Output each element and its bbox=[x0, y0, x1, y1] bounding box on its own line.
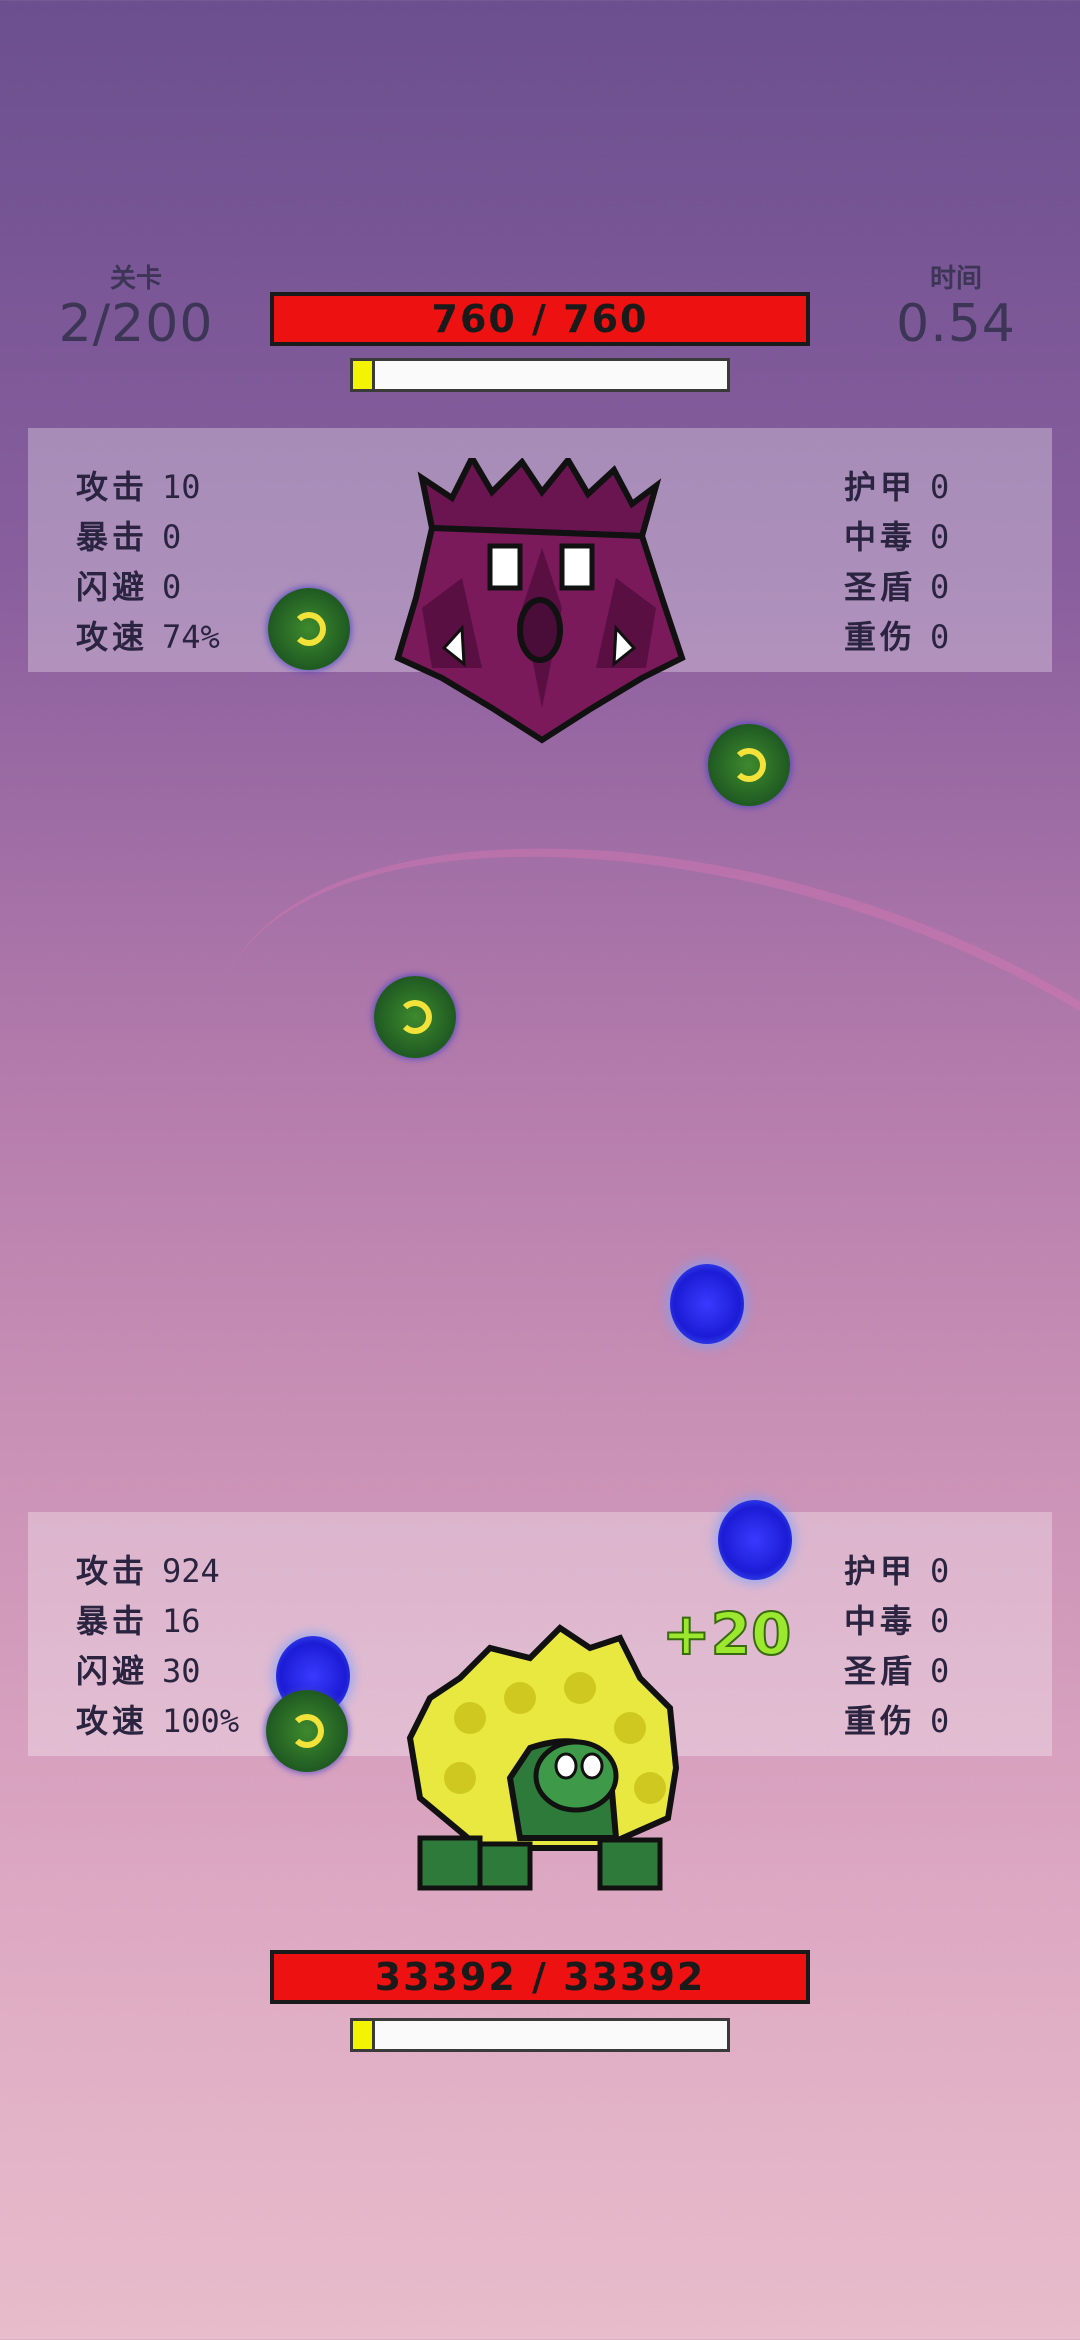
player-charge-fill bbox=[353, 2021, 375, 2049]
player-turtle-sprite bbox=[406, 1624, 680, 1891]
player-stat-armor: 护甲 0 bbox=[844, 1552, 950, 1590]
player-charge-bar bbox=[350, 2018, 730, 2052]
player-stat-dodge: 闪避 30 bbox=[76, 1652, 201, 1690]
level-value: 2/200 bbox=[58, 294, 214, 354]
player-stat-poison: 中毒 0 bbox=[844, 1602, 950, 1640]
player-stat-crit: 暴击 16 bbox=[76, 1602, 201, 1640]
enemy-stat-poison: 中毒 0 bbox=[844, 518, 950, 556]
enemy-stat-attack-speed: 攻速 74% bbox=[76, 618, 220, 656]
enemy-charge-fill bbox=[353, 361, 375, 389]
player-stat-grievous: 重伤 0 bbox=[844, 1702, 950, 1740]
enemy-hp-bar: 760 / 760 bbox=[270, 292, 810, 346]
time-label: 时间 bbox=[929, 264, 982, 294]
background-swoosh bbox=[148, 738, 1080, 1552]
enemy-stat-armor: 护甲 0 bbox=[844, 468, 950, 506]
player-stat-attack-speed: 攻速 100% bbox=[76, 1702, 240, 1740]
enemy-stat-attack: 攻击 10 bbox=[76, 468, 201, 506]
green-orb-icon bbox=[268, 588, 350, 670]
green-orb-icon bbox=[708, 724, 790, 806]
enemy-stat-dodge: 闪避 0 bbox=[76, 568, 182, 606]
green-orb-icon bbox=[266, 1690, 348, 1772]
enemy-stat-holy-shield: 圣盾 0 bbox=[844, 568, 950, 606]
player-hp-bar: 33392 / 33392 bbox=[270, 1950, 810, 2004]
enemy-charge-bar bbox=[350, 358, 730, 392]
blue-energy-orb-icon bbox=[670, 1264, 744, 1344]
green-orb-icon bbox=[374, 976, 456, 1058]
time-value: 0.54 bbox=[896, 294, 1016, 354]
blue-energy-orb-icon bbox=[718, 1500, 792, 1580]
enemy-stat-crit: 暴击 0 bbox=[76, 518, 182, 556]
enemy-stat-grievous: 重伤 0 bbox=[844, 618, 950, 656]
player-stat-attack: 攻击 924 bbox=[76, 1552, 220, 1590]
player-stat-holy-shield: 圣盾 0 bbox=[844, 1652, 950, 1690]
enemy-monster-sprite bbox=[394, 458, 686, 744]
level-label: 关卡 bbox=[109, 264, 162, 294]
